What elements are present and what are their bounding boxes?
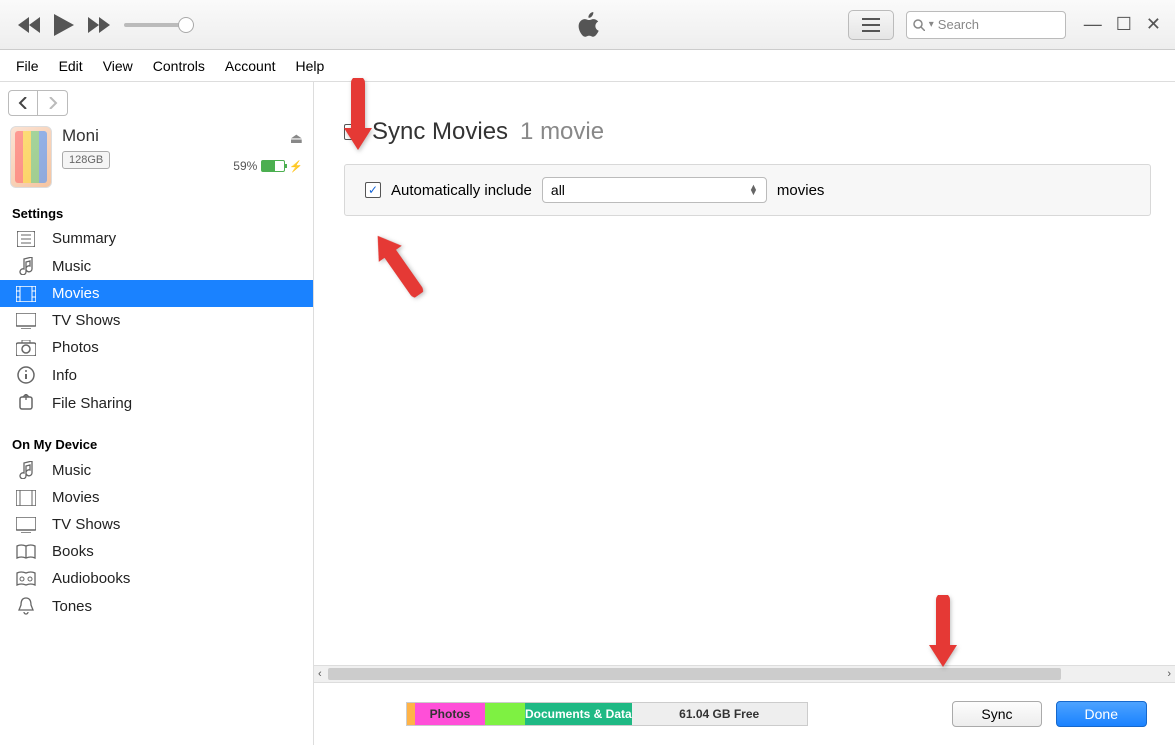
sidebar-label: TV Shows xyxy=(52,312,120,329)
device-header: Moni 128GB ⏏ 59% ⚡ xyxy=(0,124,313,200)
nav-back-button[interactable] xyxy=(8,90,38,116)
auto-include-panel: ✓ Automatically include all ▲▼ movies xyxy=(344,164,1151,216)
sidebar-label: Music xyxy=(52,258,91,275)
eject-button[interactable]: ⏏ xyxy=(233,130,303,147)
chevron-updown-icon: ▲▼ xyxy=(749,185,758,196)
storage-seg-free: 61.04 GB Free xyxy=(632,703,807,725)
ondevice-item-audiobooks[interactable]: Audiobooks xyxy=(0,565,313,592)
sidebar-ondevice-title: On My Device xyxy=(0,431,313,456)
menu-help[interactable]: Help xyxy=(288,54,333,78)
dropdown-value: all xyxy=(551,182,565,198)
auto-include-checkbox[interactable]: ✓ xyxy=(365,182,381,198)
horizontal-scrollbar[interactable]: ‹ › xyxy=(314,665,1175,683)
auto-include-label: Automatically include xyxy=(391,182,532,199)
sidebar-item-music[interactable]: Music xyxy=(0,252,313,280)
list-view-button[interactable] xyxy=(848,10,894,40)
auto-include-dropdown[interactable]: all ▲▼ xyxy=(542,177,767,203)
sidebar-settings-title: Settings xyxy=(0,200,313,225)
search-input[interactable]: ▾ Search xyxy=(906,11,1066,39)
sidebar-label: Movies xyxy=(52,489,100,506)
storage-seg-docs: Documents & Data xyxy=(525,703,632,725)
done-button[interactable]: Done xyxy=(1056,701,1147,727)
storage-seg-apps xyxy=(485,703,525,725)
sidebar-label: TV Shows xyxy=(52,516,120,533)
device-storage-badge: 128GB xyxy=(62,151,110,169)
sidebar-item-tvshows[interactable]: TV Shows xyxy=(0,307,313,334)
movies-icon xyxy=(14,490,38,506)
sidebar-item-filesharing[interactable]: File Sharing xyxy=(0,389,313,417)
window-maximize-button[interactable]: ☐ xyxy=(1116,14,1132,35)
ondevice-item-tones[interactable]: Tones xyxy=(0,592,313,620)
play-button[interactable] xyxy=(54,14,74,36)
battery-icon xyxy=(261,160,285,172)
sidebar-label: Movies xyxy=(52,285,100,302)
sidebar-item-summary[interactable]: Summary xyxy=(0,225,313,252)
sidebar-item-movies[interactable]: Movies xyxy=(0,280,313,307)
sidebar-label: Audiobooks xyxy=(52,570,130,587)
sidebar-label: Photos xyxy=(52,339,99,356)
filesharing-icon xyxy=(14,394,38,412)
apple-logo-icon xyxy=(574,9,602,41)
scroll-right-icon[interactable]: › xyxy=(1167,668,1171,680)
info-icon xyxy=(14,366,38,384)
device-name: Moni xyxy=(62,126,223,146)
next-track-button[interactable] xyxy=(88,17,110,33)
scroll-left-icon[interactable]: ‹ xyxy=(318,668,322,680)
books-icon xyxy=(14,544,38,560)
summary-icon xyxy=(14,231,38,247)
battery-percent: 59% xyxy=(233,159,257,173)
ondevice-item-books[interactable]: Books xyxy=(0,538,313,565)
sync-movies-label: Sync Movies xyxy=(372,118,508,146)
storage-seg-photos: Photos xyxy=(415,703,485,725)
auto-include-suffix: movies xyxy=(777,182,825,199)
sidebar-label: Info xyxy=(52,367,77,384)
nav-forward-button[interactable] xyxy=(38,90,68,116)
footer: Photos Documents & Data 61.04 GB Free Sy… xyxy=(314,683,1175,745)
sidebar-label: Books xyxy=(52,543,94,560)
search-placeholder: Search xyxy=(938,17,979,32)
volume-slider[interactable] xyxy=(124,23,194,27)
ondevice-item-tvshows[interactable]: TV Shows xyxy=(0,511,313,538)
sidebar-label: Summary xyxy=(52,230,116,247)
tv-icon xyxy=(14,517,38,533)
storage-usage-bar: Photos Documents & Data 61.04 GB Free xyxy=(406,702,808,726)
sync-movies-checkbox[interactable]: ✓ xyxy=(344,124,360,140)
sidebar-item-photos[interactable]: Photos xyxy=(0,334,313,361)
sidebar: Moni 128GB ⏏ 59% ⚡ Settings Summary Musi… xyxy=(0,82,314,745)
prev-track-button[interactable] xyxy=(18,17,40,33)
window-minimize-button[interactable]: — xyxy=(1084,14,1102,35)
music-icon xyxy=(14,461,38,479)
menu-controls[interactable]: Controls xyxy=(145,54,213,78)
charging-icon: ⚡ xyxy=(289,160,303,173)
sidebar-item-info[interactable]: Info xyxy=(0,361,313,389)
music-icon xyxy=(14,257,38,275)
storage-seg-audio xyxy=(407,703,415,725)
movie-count-label: 1 movie xyxy=(520,118,604,146)
menu-file[interactable]: File xyxy=(8,54,47,78)
sidebar-label: Music xyxy=(52,462,91,479)
device-thumbnail-icon xyxy=(10,126,52,188)
ondevice-item-music[interactable]: Music xyxy=(0,456,313,484)
sync-button[interactable]: Sync xyxy=(952,701,1041,727)
menu-edit[interactable]: Edit xyxy=(51,54,91,78)
window-close-button[interactable]: ✕ xyxy=(1146,14,1161,35)
movies-icon xyxy=(14,286,38,302)
player-bar: ▾ Search — ☐ ✕ xyxy=(0,0,1175,50)
sidebar-label: Tones xyxy=(52,598,92,615)
camera-icon xyxy=(14,340,38,356)
ondevice-item-movies[interactable]: Movies xyxy=(0,484,313,511)
menu-account[interactable]: Account xyxy=(217,54,284,78)
search-icon xyxy=(913,19,925,31)
tv-icon xyxy=(14,313,38,329)
main-panel: ✓ Sync Movies 1 movie ✓ Automatically in… xyxy=(314,82,1175,745)
menu-view[interactable]: View xyxy=(95,54,141,78)
menu-bar: File Edit View Controls Account Help xyxy=(0,50,1175,82)
audiobooks-icon xyxy=(14,571,38,587)
tones-icon xyxy=(14,597,38,615)
sidebar-label: File Sharing xyxy=(52,395,132,412)
